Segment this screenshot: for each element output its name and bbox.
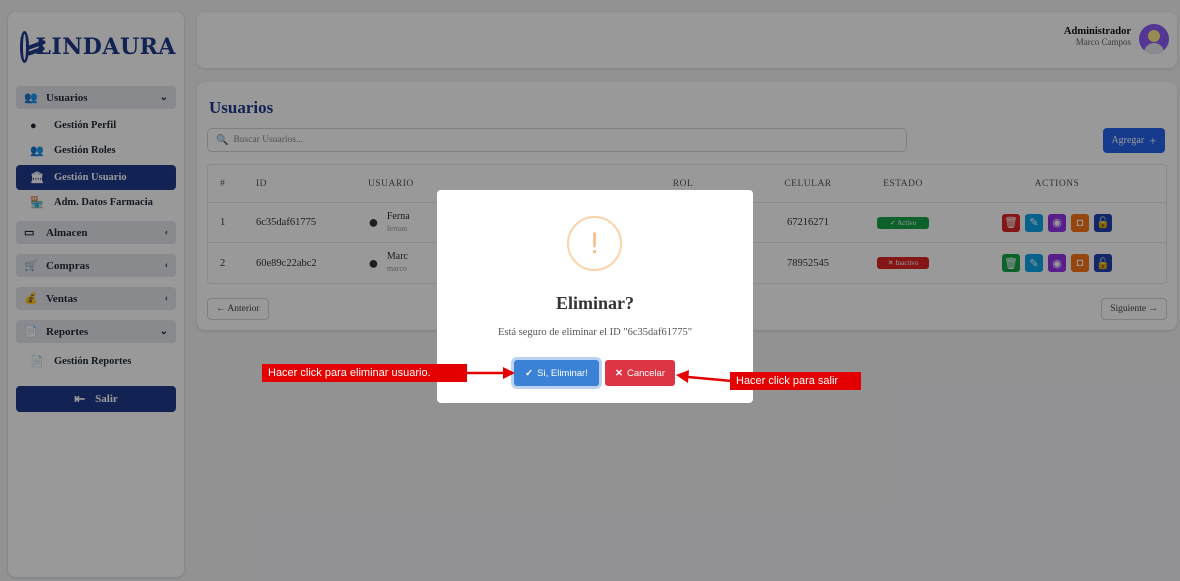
dialog-text: Está seguro de eliminar el ID "6c35daf61… bbox=[497, 327, 692, 338]
annotation-arrow-left bbox=[676, 370, 732, 383]
annotation-delete: Hacer click para eliminar usuario. bbox=[262, 364, 467, 382]
confirm-delete-button[interactable]: ✓ Si, Eliminar! bbox=[514, 360, 599, 386]
cancel-label: Cancelar bbox=[626, 367, 665, 379]
confirm-label: Si, Eliminar! bbox=[537, 367, 588, 379]
dialog-title: Eliminar? bbox=[555, 293, 634, 313]
annotation-arrow-right bbox=[467, 367, 515, 379]
close-icon: ✕ bbox=[615, 367, 623, 379]
cancel-button[interactable]: ✕ Cancelar bbox=[605, 360, 675, 386]
warning-icon: ! bbox=[567, 216, 622, 271]
check-icon: ✓ bbox=[525, 367, 534, 379]
annotation-cancel: Hacer click para salir bbox=[730, 372, 861, 390]
